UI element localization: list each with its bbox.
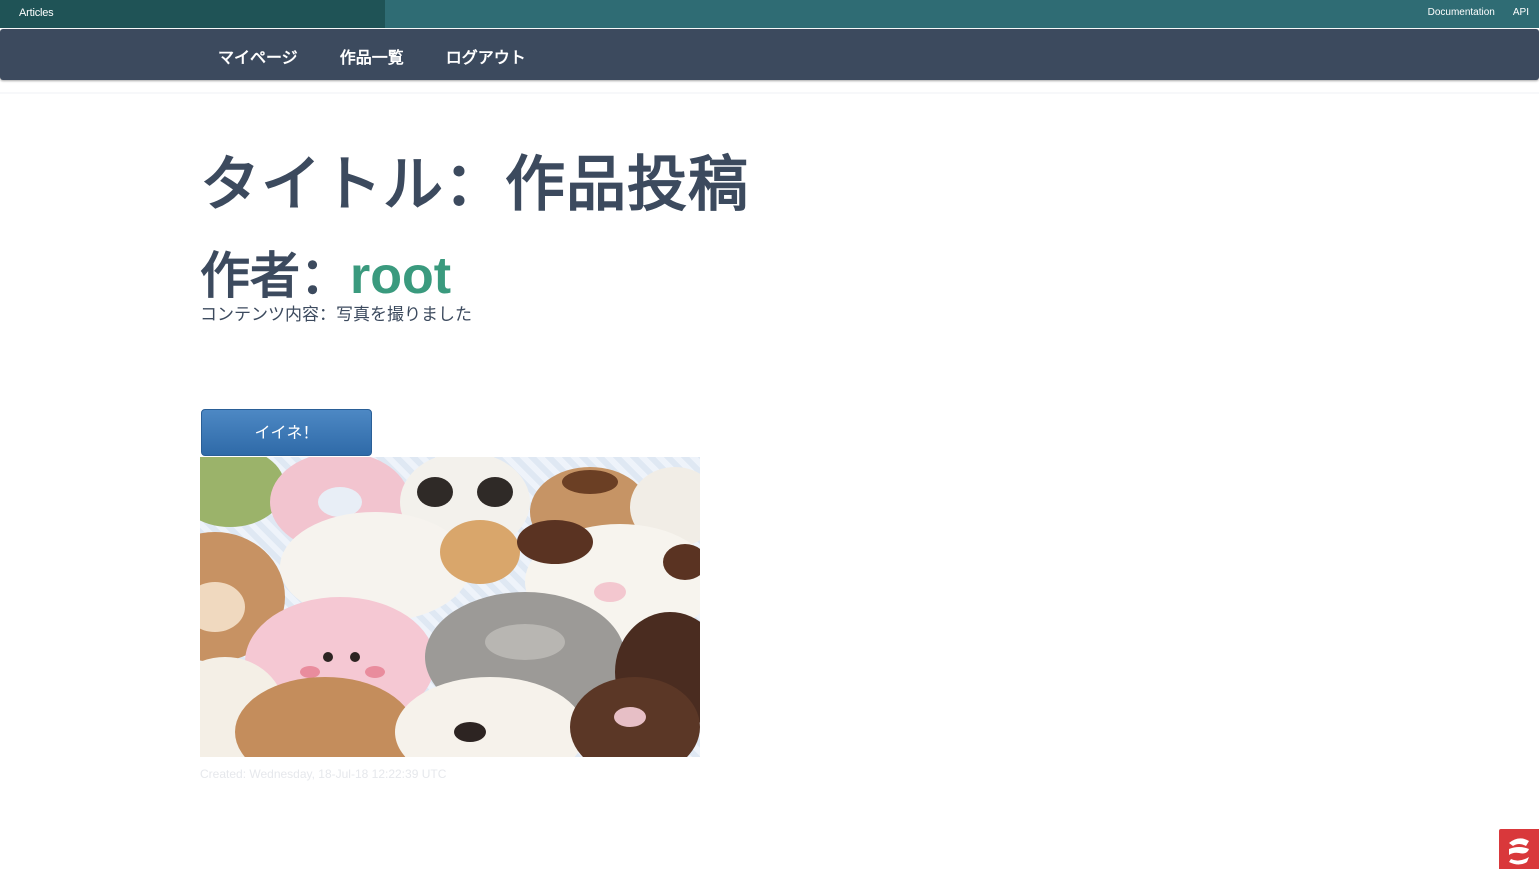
main-navbar: マイページ 作品一覧 ログアウト (0, 29, 1539, 80)
page-title: タイトル：作品投稿 (200, 150, 749, 220)
app-logo-icon[interactable] (1499, 829, 1539, 869)
author-label: 作者： (200, 247, 350, 305)
author-heading: 作者：root (200, 236, 451, 308)
author-name: root (350, 247, 452, 305)
brand-link[interactable]: Articles (19, 7, 54, 19)
article-photo (200, 457, 700, 757)
top-links: Documentation API (1428, 7, 1529, 18)
brand-area (0, 0, 385, 28)
content-text: コンテンツ内容：写真を撮りました (200, 305, 472, 325)
nav-list: マイページ 作品一覧 ログアウト (218, 44, 568, 68)
nav-item-logout[interactable]: ログアウト (446, 44, 526, 68)
donuts-image (200, 457, 700, 757)
top-bar: Articles Documentation API (0, 0, 1539, 28)
api-link[interactable]: API (1513, 7, 1529, 18)
created-timestamp: Created: Wednesday, 18-Jul-18 12:22:39 U… (200, 767, 447, 781)
logo-glyph (1509, 838, 1529, 865)
nav-item-works-list[interactable]: 作品一覧 (340, 44, 404, 68)
documentation-link[interactable]: Documentation (1428, 7, 1495, 18)
divider (0, 92, 1539, 94)
like-button[interactable]: イイネ！ (201, 409, 372, 456)
nav-item-mypage[interactable]: マイページ (218, 44, 298, 68)
